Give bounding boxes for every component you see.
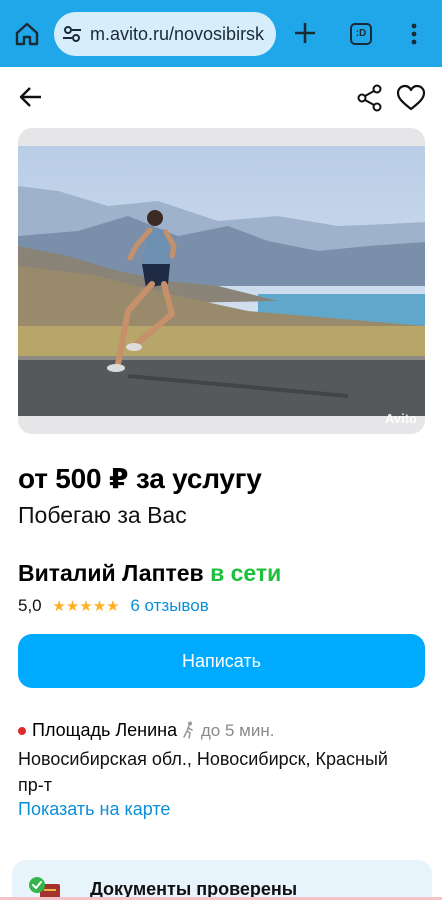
url-bar[interactable]: m.avito.ru/novosibirsk — [54, 12, 276, 56]
tabs-icon[interactable]: :D — [350, 23, 372, 45]
rating-stars: ★★★★★ — [52, 598, 120, 615]
url-text: m.avito.ru/novosibirsk — [90, 24, 265, 44]
listing-photo-frame[interactable]: Avito — [18, 128, 425, 434]
rating-score: 5,0 — [18, 596, 42, 615]
seller-name-row[interactable]: Виталий Лаптев в сети — [18, 560, 281, 587]
heart-icon[interactable] — [396, 84, 426, 112]
share-icon[interactable] — [356, 84, 384, 112]
online-status: в сети — [210, 560, 282, 586]
back-arrow-icon[interactable] — [18, 84, 44, 110]
listing-price: от 500 ₽ за услугу — [18, 463, 262, 494]
reviews-link[interactable]: 6 отзывов — [130, 596, 208, 615]
walk-time: до 5 мин. — [200, 721, 275, 740]
metro-row: Площадь Ленина до 5 мин. — [18, 720, 274, 741]
documents-verified-card[interactable]: Документы проверены — [12, 860, 432, 900]
photo-watermark: Avito — [384, 411, 417, 426]
tune-icon[interactable] — [62, 24, 82, 44]
metro-line-dot — [18, 727, 26, 736]
listing-photo[interactable] — [18, 146, 425, 416]
home-icon[interactable] — [14, 21, 40, 47]
show-on-map-link[interactable]: Показать на карте — [18, 799, 170, 820]
plus-icon[interactable] — [292, 20, 318, 46]
menu-icon[interactable] — [404, 22, 424, 46]
write-message-button[interactable]: Написать — [18, 634, 425, 688]
walk-time-group: до 5 мин. — [182, 721, 274, 740]
seller-rating-row: 5,0 ★★★★★ 6 отзывов — [18, 596, 209, 618]
address: Новосибирская обл., Новосибирск, Красный… — [18, 749, 388, 795]
listing-title: Побегаю за Вас — [18, 502, 187, 528]
metro-station: Площадь Ленина — [32, 720, 178, 740]
seller-name[interactable]: Виталий Лаптев — [18, 560, 204, 586]
walking-person-icon — [183, 721, 193, 739]
browser-toolbar: m.avito.ru/novosibirsk :D — [0, 0, 442, 67]
